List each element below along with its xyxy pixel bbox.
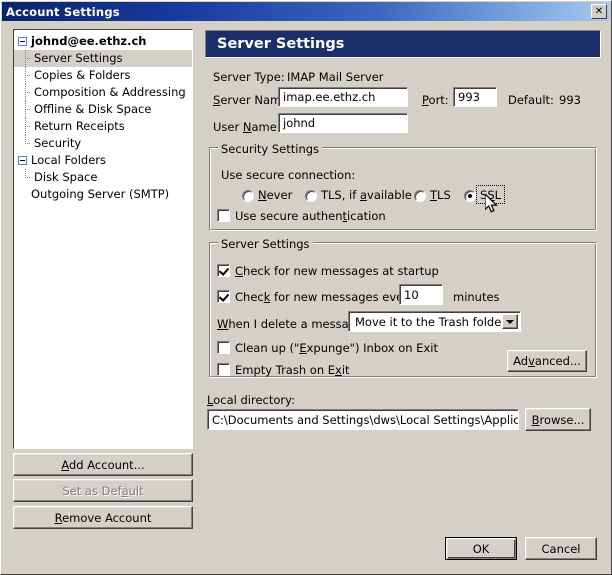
chevron-down-icon[interactable]: [502, 314, 518, 329]
browse-label: Browse...: [531, 412, 585, 427]
radio-never-label: Never: [258, 188, 293, 202]
checkbox-check-at-startup[interactable]: [217, 264, 230, 277]
expander-minus-icon[interactable]: [18, 37, 27, 46]
check-interval-input[interactable]: 10: [399, 284, 443, 305]
browse-button[interactable]: Browse...: [525, 408, 591, 431]
delete-message-value: Move it to the Trash folder: [355, 314, 507, 329]
delete-message-label: When I delete a message:: [217, 317, 367, 331]
server-type-value: IMAP Mail Server: [287, 70, 384, 84]
add-account-label: Add Account...: [61, 457, 145, 472]
tree-item-label: Local Folders: [31, 153, 106, 167]
use-secure-connection-label: Use secure connection:: [221, 168, 356, 182]
tree-item-label: Return Receipts: [34, 119, 125, 133]
window-title: Account Settings: [6, 4, 120, 19]
tree-item[interactable]: Security: [14, 135, 192, 152]
clean-up-inbox-label: Clean up ("Expunge") Inbox on Exit: [235, 341, 438, 355]
tree-item-label: Copies & Folders: [34, 68, 131, 82]
server-settings-group-title: Server Settings: [218, 237, 313, 251]
local-directory-input[interactable]: C:\Documents and Settings\dws\Local Sett…: [207, 409, 519, 430]
radio-never[interactable]: [242, 190, 254, 202]
cancel-button[interactable]: Cancel: [525, 537, 597, 560]
tree-item[interactable]: Composition & Addressing: [14, 84, 192, 101]
check-at-startup-label: Check for new messages at startup: [235, 264, 439, 278]
tree-item[interactable]: Server Settings: [14, 50, 192, 67]
checkbox-clean-up-inbox[interactable]: [217, 341, 230, 354]
remove-account-label: Remove Account: [54, 510, 152, 525]
ok-label: OK: [472, 541, 490, 556]
tree-item[interactable]: Local Folders: [14, 152, 192, 169]
radio-tls-if-available[interactable]: [305, 190, 317, 202]
local-directory-label: Local directory:: [207, 393, 295, 407]
close-icon[interactable]: ✕: [591, 4, 607, 19]
radio-ssl-label: SSL: [480, 188, 502, 202]
panel-title: Server Settings: [217, 36, 345, 52]
tree-item[interactable]: Copies & Folders: [14, 67, 192, 84]
port-input[interactable]: 993: [453, 87, 497, 107]
minutes-label: minutes: [453, 290, 500, 304]
set-as-default-button: Set as Default: [13, 479, 193, 502]
checkbox-use-secure-authentication[interactable]: [217, 209, 230, 222]
default-port-label: Default:: [508, 93, 554, 107]
use-secure-authentication-label: Use secure authentication: [235, 209, 386, 223]
radio-tls-if-available-label: TLS, if available: [321, 188, 412, 202]
user-name-label: User Name:: [213, 120, 281, 134]
account-settings-dialog: Account Settings ✕ johnd@ee.ethz.ch Serve…: [0, 0, 612, 575]
window-titlebar: Account Settings ✕: [2, 2, 610, 21]
expander-placeholder: [18, 190, 27, 199]
radio-tls[interactable]: [414, 190, 426, 202]
server-name-input[interactable]: imap.ee.ethz.ch: [278, 87, 408, 107]
panel-header: Server Settings: [205, 30, 601, 58]
tree-item[interactable]: Disk Space: [14, 169, 192, 186]
tree-item-label: Composition & Addressing: [34, 85, 186, 99]
add-account-button[interactable]: Add Account...: [13, 453, 193, 476]
checkbox-check-every[interactable]: [217, 290, 230, 303]
check-every-label: Check for new messages every: [235, 290, 415, 304]
tree-item-label: Offline & Disk Space: [34, 102, 152, 116]
port-label: Port:: [422, 93, 449, 107]
advanced-button[interactable]: Advanced...: [507, 350, 587, 372]
tree-item-label: Security: [34, 136, 82, 150]
tree-item[interactable]: johnd@ee.ethz.ch: [14, 33, 192, 50]
remove-account-button[interactable]: Remove Account: [13, 506, 193, 529]
security-settings-group-title: Security Settings: [218, 142, 323, 156]
radio-ssl[interactable]: [464, 190, 476, 202]
tree-item-label: johnd@ee.ethz.ch: [31, 34, 147, 48]
set-as-default-label: Set as Default: [62, 483, 144, 498]
expander-minus-icon[interactable]: [18, 156, 27, 165]
cancel-label: Cancel: [541, 541, 581, 556]
tree-item-label: Outgoing Server (SMTP): [31, 187, 170, 201]
radio-tls-label: TLS: [430, 188, 451, 202]
tree-item-label: Server Settings: [34, 51, 123, 65]
ok-button[interactable]: OK: [445, 537, 517, 560]
advanced-label: Advanced...: [513, 354, 581, 368]
user-name-input[interactable]: johnd: [278, 113, 408, 133]
empty-trash-label: Empty Trash on Exit: [235, 363, 350, 377]
checkbox-empty-trash[interactable]: [217, 363, 230, 376]
delete-message-select[interactable]: Move it to the Trash folder: [348, 311, 521, 332]
tree-item[interactable]: Return Receipts: [14, 118, 192, 135]
server-type-label: Server Type:: [213, 70, 285, 84]
accounts-tree[interactable]: johnd@ee.ethz.ch Server Settings Copies & …: [13, 29, 193, 449]
default-port-value: 993: [559, 93, 581, 107]
tree-item-label: Disk Space: [34, 170, 98, 184]
tree-item[interactable]: Outgoing Server (SMTP): [14, 186, 192, 203]
tree-item[interactable]: Offline & Disk Space: [14, 101, 192, 118]
